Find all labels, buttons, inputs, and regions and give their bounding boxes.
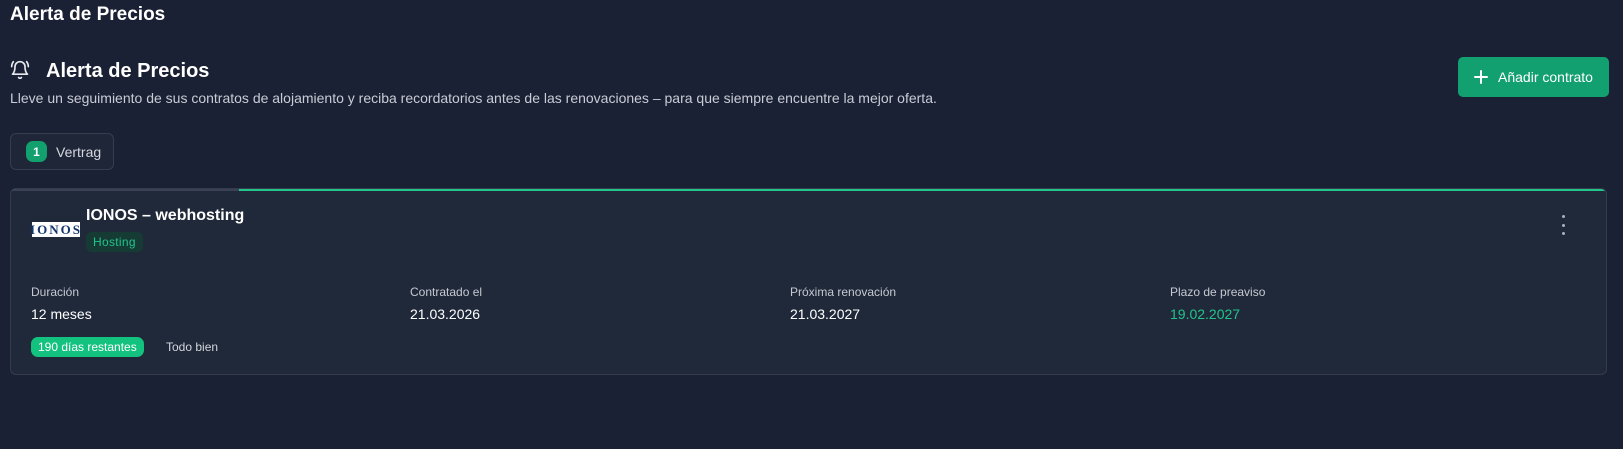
more-options-icon[interactable] <box>1557 215 1569 235</box>
contract-title: IONOS – webhosting <box>86 207 245 224</box>
section-description: Lleve un seguimiento de sus contratos de… <box>10 90 937 106</box>
card-accent-line-start <box>11 189 239 191</box>
provider-logo: IONOS <box>30 221 82 237</box>
field-contracted-on: Contratado el 21.03.2026 <box>410 285 482 322</box>
contract-card: IONOS IONOS – webhosting Hosting Duració… <box>10 188 1607 375</box>
contract-count-filter[interactable]: 1 Vertrag <box>10 133 114 170</box>
field-label: Próxima renovación <box>790 285 897 299</box>
contract-category-tag: Hosting <box>86 232 143 252</box>
field-notice-period: Plazo de preaviso 19.02.2027 <box>1170 285 1265 322</box>
contract-count-badge: 1 <box>26 141 47 162</box>
field-value: 21.03.2027 <box>790 306 861 322</box>
field-value: 12 meses <box>31 306 92 322</box>
page-header: Alerta de Precios Lleve un seguimiento d… <box>10 58 1607 118</box>
field-next-renewal: Próxima renovación 21.03.2027 <box>790 285 896 322</box>
field-value: 21.03.2026 <box>410 306 481 322</box>
days-remaining-badge: 190 días restantes <box>31 337 144 357</box>
page-title: Alerta de Precios <box>10 4 166 25</box>
bell-icon <box>10 60 32 82</box>
contract-count-label: Vertrag <box>56 143 102 160</box>
plus-icon <box>1474 70 1489 84</box>
add-contract-label: Añadir contrato <box>1498 69 1593 85</box>
status-text: Todo bien <box>166 340 219 354</box>
field-label: Duración <box>31 285 80 299</box>
field-value: 19.02.2027 <box>1170 306 1241 322</box>
field-duration: Duración 12 meses <box>31 285 92 322</box>
field-label: Plazo de preaviso <box>1170 285 1266 299</box>
card-accent-line <box>11 189 1606 191</box>
section-title: Alerta de Precios <box>46 59 210 82</box>
field-label: Contratado el <box>410 285 483 299</box>
add-contract-button[interactable]: Añadir contrato <box>1458 57 1609 97</box>
